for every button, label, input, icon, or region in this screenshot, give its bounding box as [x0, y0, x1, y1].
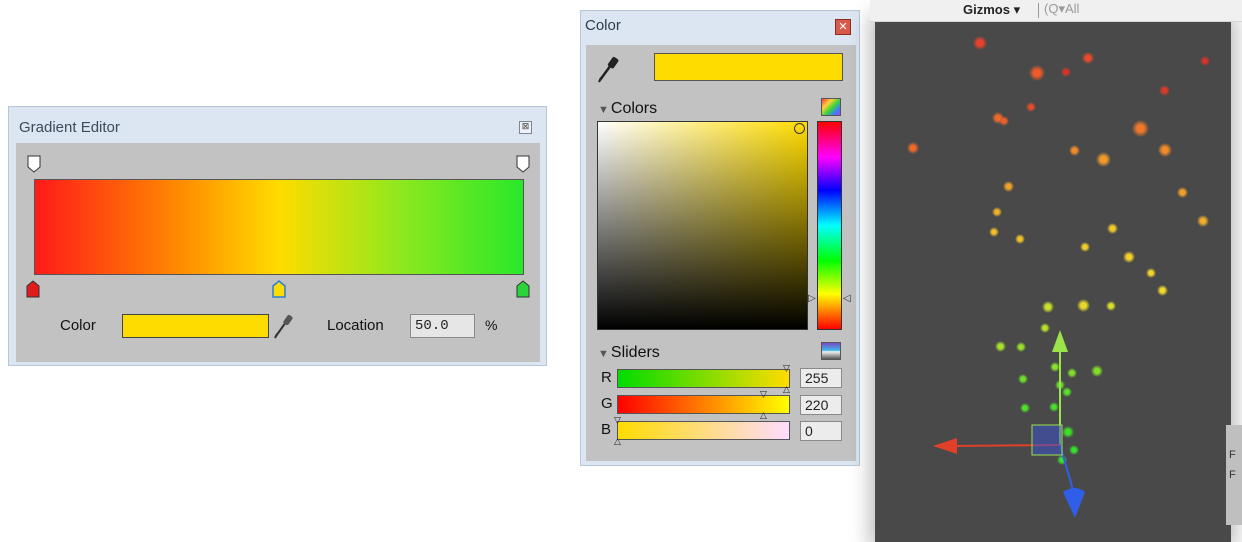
particle: [999, 116, 1009, 126]
particle: [1123, 251, 1135, 263]
particle: [1095, 151, 1111, 167]
red-slider-thumb-top-icon[interactable]: ▽: [783, 364, 790, 373]
saturation-value-handle[interactable]: [794, 123, 805, 134]
slider-label-r: R: [601, 369, 612, 386]
y-axis-arrow-icon[interactable]: [1052, 330, 1068, 352]
color-key-yellow-selected[interactable]: [272, 280, 286, 298]
particle: [1197, 215, 1209, 227]
particle: [907, 142, 919, 154]
particle: [1076, 298, 1090, 312]
plane-handle-icon[interactable]: [1031, 424, 1063, 456]
particle: [1015, 234, 1025, 244]
red-value-input[interactable]: 255: [800, 368, 842, 388]
gradient-editor-title: Gradient Editor: [19, 119, 120, 136]
particle: [1131, 119, 1149, 137]
particle: [992, 207, 1002, 217]
green-value-input[interactable]: 220: [800, 395, 842, 415]
particle: [1061, 67, 1071, 77]
hue-pointer-right-icon[interactable]: ◁: [843, 293, 851, 304]
blue-value-input[interactable]: 0: [800, 421, 842, 441]
color-picker-title: Color: [585, 17, 621, 34]
particle: [1026, 102, 1036, 112]
collapse-triangle-icon: ▼: [598, 348, 609, 360]
transform-gizmo[interactable]: [925, 320, 1095, 530]
particle: [1158, 143, 1172, 157]
x-axis-arrow-icon[interactable]: [933, 438, 957, 454]
hue-strip[interactable]: [817, 121, 842, 330]
particle: [1158, 84, 1170, 96]
scene-search-input[interactable]: (Q▾All: [1044, 1, 1079, 17]
particle: [1080, 242, 1090, 252]
location-input[interactable]: 50.0: [410, 314, 475, 338]
color-key-green[interactable]: [516, 280, 530, 298]
colors-section-label: Colors: [610, 100, 658, 117]
blue-slider-thumb-bottom-icon[interactable]: △: [614, 437, 621, 446]
particle: [1042, 301, 1054, 313]
close-icon[interactable]: ✕: [835, 19, 851, 35]
alpha-key-end[interactable]: [516, 155, 530, 173]
color-swatch[interactable]: [122, 314, 269, 338]
particle: [1068, 144, 1080, 156]
particle: [1082, 52, 1094, 64]
slider-label-g: G: [601, 395, 613, 412]
saturation-value-square[interactable]: [597, 121, 808, 330]
current-color-swatch[interactable]: [654, 53, 843, 81]
alpha-key-start[interactable]: [27, 155, 41, 173]
colors-section-header[interactable]: ▼ Colors: [598, 100, 657, 118]
blue-slider-thumb-top-icon[interactable]: ▽: [614, 416, 621, 425]
particle: [1002, 180, 1014, 192]
red-slider-thumb-bottom-icon[interactable]: △: [783, 385, 790, 394]
gizmos-dropdown[interactable]: Gizmos ▾: [963, 2, 1020, 18]
toolbar-separator: [1038, 3, 1039, 18]
color-mode-icon[interactable]: [821, 98, 841, 116]
particle: [989, 227, 999, 237]
particle: [1176, 186, 1188, 198]
collapse-triangle-icon: ▼: [598, 104, 609, 116]
particle: [1200, 56, 1210, 66]
z-axis-arrow-icon[interactable]: [1063, 488, 1085, 518]
slider-mode-icon[interactable]: [821, 342, 841, 360]
color-key-red[interactable]: [26, 280, 40, 298]
location-label: Location: [327, 317, 384, 334]
sliders-section-label: Sliders: [610, 344, 660, 361]
hue-pointer-left-icon[interactable]: ▷: [808, 293, 816, 304]
particle: [1106, 222, 1118, 234]
slider-label-b: B: [601, 421, 612, 438]
eyedropper-icon[interactable]: [596, 54, 622, 84]
green-slider-thumb-bottom-icon[interactable]: △: [760, 411, 767, 420]
particle: [1106, 301, 1116, 311]
inspector-edge: FF: [1226, 425, 1242, 525]
green-slider-thumb-top-icon[interactable]: ▽: [760, 390, 767, 399]
eyedropper-icon[interactable]: [272, 312, 296, 340]
color-label: Color: [60, 317, 96, 334]
particle: [1029, 65, 1045, 81]
close-icon[interactable]: ⊠: [519, 121, 532, 134]
location-unit: %: [485, 317, 498, 333]
gradient-preview-bar[interactable]: [34, 179, 524, 275]
blue-slider-track[interactable]: [617, 421, 790, 440]
particle: [1156, 284, 1168, 296]
particle: [973, 36, 987, 50]
particle: [1146, 268, 1156, 278]
red-slider-track[interactable]: [617, 369, 790, 388]
sliders-section-header[interactable]: ▼ Sliders: [598, 344, 660, 362]
